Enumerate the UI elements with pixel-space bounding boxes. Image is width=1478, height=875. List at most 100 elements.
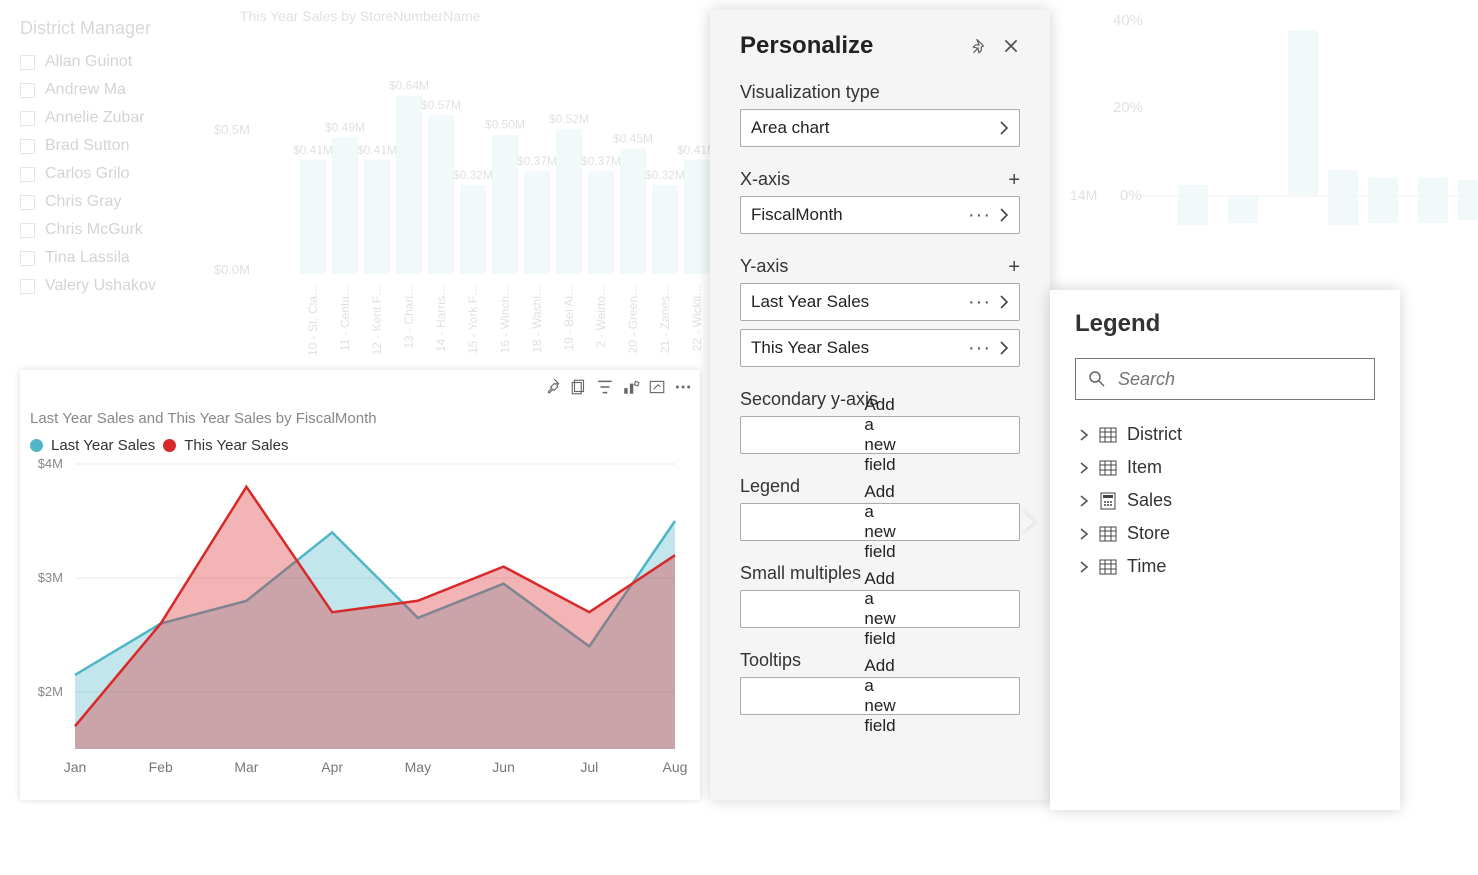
table-label: Time: [1127, 556, 1166, 577]
more-options-icon[interactable]: [674, 378, 692, 396]
legend-label: This Year Sales: [184, 437, 288, 454]
slicer-item: Chris Gray: [20, 193, 210, 211]
secy-placeholder: Add a new field: [864, 395, 895, 475]
field-picker-flyout: Legend District Item Sales Store Time: [1050, 290, 1400, 810]
svg-text:10 - St. Cla…: 10 - St. Cla…: [306, 284, 320, 356]
table-label: Item: [1127, 457, 1162, 478]
svg-text:Mar: Mar: [234, 759, 258, 775]
flyout-title: Legend: [1075, 310, 1375, 338]
svg-text:$4M: $4M: [38, 456, 63, 471]
svg-text:$2M: $2M: [38, 684, 63, 699]
chevron-right-icon[interactable]: [999, 207, 1009, 223]
svg-text:$0.32M: $0.32M: [453, 168, 493, 182]
table-icon: [1099, 525, 1117, 543]
svg-text:13 - Charl…: 13 - Charl…: [402, 284, 416, 349]
yaxis-value-0: Last Year Sales: [751, 292, 968, 312]
svg-text:Aug: Aug: [663, 759, 688, 775]
svg-text:Feb: Feb: [149, 759, 173, 775]
chevron-right-icon[interactable]: [999, 120, 1009, 136]
chevron-right-icon[interactable]: [999, 294, 1009, 310]
pin-icon[interactable]: [544, 378, 562, 396]
xaxis-label: X-axis: [740, 169, 1008, 190]
slicer-title: District Manager: [20, 18, 210, 39]
svg-text:$0.32M: $0.32M: [645, 168, 685, 182]
svg-text:$0.57M: $0.57M: [421, 98, 461, 112]
slicer-item: Valery Ushakov: [20, 277, 210, 295]
legend-add-well[interactable]: Add a new field: [740, 503, 1020, 541]
vistype-label: Visualization type: [740, 82, 1020, 103]
table-node-time[interactable]: Time: [1075, 550, 1375, 583]
flyout-pointer: [1020, 510, 1034, 534]
legend-swatch-blue: [30, 439, 43, 452]
vistype-value: Area chart: [751, 118, 999, 138]
copy-icon[interactable]: [570, 378, 588, 396]
xaxis-add-icon[interactable]: +: [1008, 170, 1020, 190]
area-chart-legend: Last Year Sales This Year Sales: [20, 427, 700, 454]
chevron-right-icon: [1079, 461, 1089, 475]
secy-add-well[interactable]: Add a new field: [740, 416, 1020, 454]
close-icon[interactable]: [1002, 37, 1020, 55]
table-icon: [1099, 558, 1117, 576]
chevron-right-icon: [1079, 428, 1089, 442]
table-icon: [1099, 459, 1117, 477]
yaxis-add-icon[interactable]: +: [1008, 257, 1020, 277]
svg-text:15 - York F…: 15 - York F…: [466, 284, 480, 354]
pin-icon[interactable]: [970, 37, 988, 55]
svg-text:$0.50M: $0.50M: [485, 118, 525, 132]
yaxis-well-0[interactable]: Last Year Sales ···: [740, 283, 1020, 321]
slicer-item: Brad Sutton: [20, 137, 210, 155]
field-menu-icon[interactable]: ···: [968, 204, 991, 227]
svg-text:2 - Weirto…: 2 - Weirto…: [594, 284, 608, 348]
svg-text:$0.45M: $0.45M: [613, 132, 653, 146]
svg-text:$0.52M: $0.52M: [549, 112, 589, 126]
area-chart-visual[interactable]: Last Year Sales and This Year Sales by F…: [20, 370, 700, 800]
field-menu-icon[interactable]: ···: [968, 337, 991, 360]
right-ytick: 0%: [1120, 187, 1142, 204]
table-node-sales[interactable]: Sales: [1075, 484, 1375, 517]
svg-text:20 - Green…: 20 - Green…: [626, 284, 640, 353]
table-node-item[interactable]: Item: [1075, 451, 1375, 484]
svg-text:May: May: [405, 759, 431, 775]
svg-text:14 - Harris…: 14 - Harris…: [434, 284, 448, 352]
bg-right-chart: 40% 20% 0% 14M: [1058, 0, 1478, 300]
table-label: District: [1127, 424, 1182, 445]
personalize-panel: Personalize Visualization type Area char…: [710, 10, 1050, 800]
svg-text:22 - Wickli…: 22 - Wickli…: [690, 284, 704, 351]
district-manager-slicer: District Manager Allan Guinot Andrew Ma An…: [20, 18, 210, 305]
xaxis-well[interactable]: FiscalMonth ···: [740, 196, 1020, 234]
vistype-well[interactable]: Area chart: [740, 109, 1020, 147]
svg-text:$0.37M: $0.37M: [581, 154, 621, 168]
svg-text:Jul: Jul: [580, 759, 598, 775]
smallm-add-well[interactable]: Add a new field: [740, 590, 1020, 628]
table-node-store[interactable]: Store: [1075, 517, 1375, 550]
svg-text:18 - Washi…: 18 - Washi…: [530, 284, 544, 353]
slicer-item: Andrew Ma: [20, 81, 210, 99]
focus-mode-icon[interactable]: [648, 378, 666, 396]
slicer-item: Chris McGurk: [20, 221, 210, 239]
yaxis-label: Y-axis: [740, 256, 1008, 277]
legend-label: Last Year Sales: [51, 437, 155, 454]
tooltips-placeholder: Add a new field: [864, 656, 895, 736]
area-chart-svg: $4M$3M$2M JanFebMarAprMayJunJulAug: [25, 454, 685, 784]
slicer-item: Annelie Zubar: [20, 109, 210, 127]
field-search-input[interactable]: [1116, 368, 1362, 391]
table-icon: [1099, 426, 1117, 444]
legend-swatch-red: [163, 439, 176, 452]
svg-text:Apr: Apr: [321, 759, 343, 775]
search-icon: [1088, 370, 1106, 388]
svg-text:Jan: Jan: [64, 759, 87, 775]
chevron-right-icon[interactable]: [999, 340, 1009, 356]
slicer-item: Allan Guinot: [20, 53, 210, 71]
field-menu-icon[interactable]: ···: [968, 291, 991, 314]
personalize-icon[interactable]: [622, 378, 640, 396]
legend-placeholder: Add a new field: [864, 482, 895, 562]
table-node-district[interactable]: District: [1075, 418, 1375, 451]
table-label: Sales: [1127, 490, 1172, 511]
filter-icon[interactable]: [596, 378, 614, 396]
svg-text:$0.64M: $0.64M: [389, 79, 429, 93]
yaxis-well-1[interactable]: This Year Sales ···: [740, 329, 1020, 367]
svg-text:$3M: $3M: [38, 570, 63, 585]
svg-text:21 - Zanes…: 21 - Zanes…: [658, 284, 672, 353]
tooltips-add-well[interactable]: Add a new field: [740, 677, 1020, 715]
field-search[interactable]: [1075, 358, 1375, 400]
